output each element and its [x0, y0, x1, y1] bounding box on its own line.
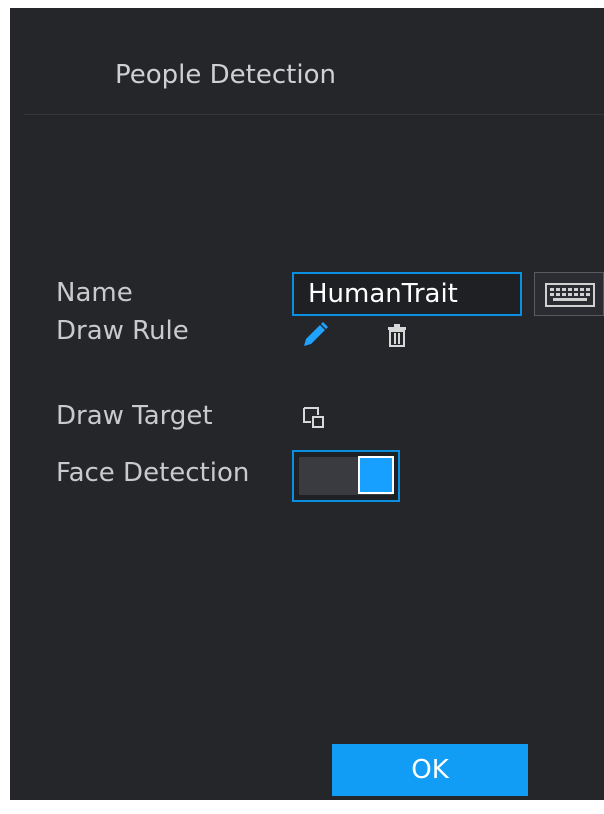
trash-icon: [388, 324, 406, 347]
draw-rule-delete-button[interactable]: [384, 322, 414, 352]
draw-target-icon: [303, 407, 324, 428]
toggle-knob: [358, 456, 394, 494]
draw-target-button[interactable]: [302, 406, 332, 436]
keyboard-icon: [545, 283, 595, 307]
face-detection-label: Face Detection: [56, 458, 250, 488]
name-input[interactable]: [292, 272, 522, 316]
ok-button[interactable]: OK: [332, 744, 528, 796]
pencil-icon: [304, 322, 328, 346]
draw-target-label: Draw Target: [56, 401, 213, 431]
draw-rule-label: Draw Rule: [56, 316, 189, 346]
title-divider: [24, 114, 604, 115]
face-detection-toggle[interactable]: [292, 450, 400, 502]
people-detection-dialog: People Detection Name Draw Rule: [10, 8, 604, 800]
draw-rule-edit-button[interactable]: [300, 320, 330, 350]
keyboard-button[interactable]: [534, 272, 604, 316]
name-label: Name: [56, 278, 133, 308]
dialog-title: People Detection: [115, 60, 336, 90]
